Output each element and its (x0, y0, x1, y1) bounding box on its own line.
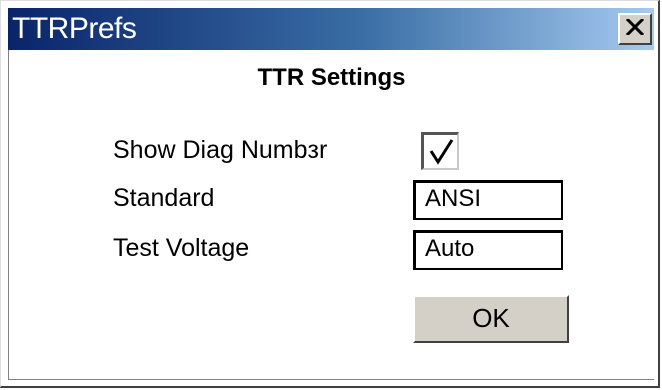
settings-heading: TTR Settings (257, 64, 406, 91)
window-title: TTRPrefs (12, 12, 137, 45)
title-bar[interactable]: TTRPrefs (8, 8, 654, 50)
test-voltage-label: Test Voltage (113, 234, 250, 262)
dialog-client-area: TTR Settings Show Diag Numbзr Standard A… (8, 50, 654, 380)
show-diag-number-label: Show Diag Numbзr (113, 136, 328, 164)
standard-field[interactable]: ANSI (413, 180, 563, 220)
ok-button[interactable]: OK (413, 295, 569, 343)
close-button[interactable] (618, 13, 652, 45)
test-voltage-field[interactable]: Auto (413, 230, 563, 270)
show-diag-number-checkbox[interactable] (421, 132, 459, 170)
standard-label: Standard (113, 184, 215, 212)
close-icon (625, 17, 645, 40)
ttrprefs-window: TTRPrefs TTR Settings Show Diag Numbзr S… (0, 0, 662, 390)
